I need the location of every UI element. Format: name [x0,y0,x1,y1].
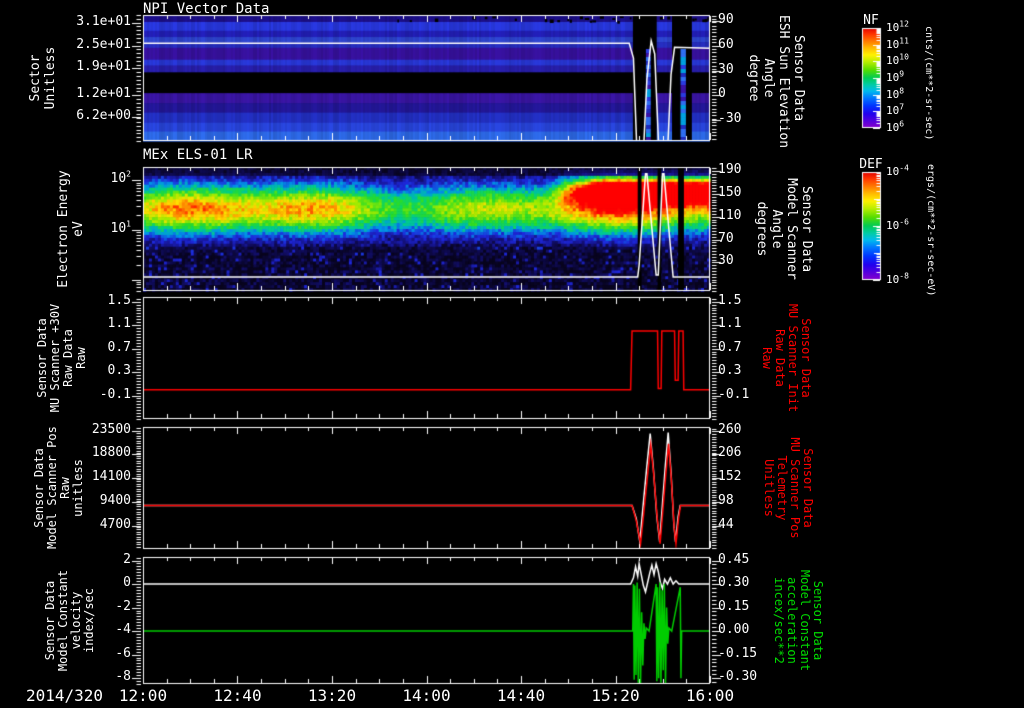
mu-scanner-30v-right-tick-label: 0.3 [718,363,742,379]
mex-els-right-tick-label: 150 [718,184,742,200]
model-scanner-pos-right-tick-label: 44 [718,516,734,532]
model-constant-right-axis-label-line: Model Constant [798,569,812,672]
mu-scanner-30v-right-tick-label: 0.7 [718,339,742,355]
plot-screen: NPI Vector Data MEx ELS-01 LR 2014/320 N… [0,0,1024,708]
model-scanner-pos-right-axis-label-line: Unitless [762,459,776,517]
npi-vector-right-tick-label: -30 [718,111,742,127]
nf-colorbar-tick-label: 1012 [886,19,909,34]
mu-scanner-30v-right-axis-label-line: Raw Data [773,329,787,387]
mex-els-right-axis-label-line: Sensor Data [799,185,814,273]
def-colorbar-units: ergs/(cm**2-sr-sec-eV) [925,164,936,297]
model-constant-right-axis-label-line: acceleration [785,577,799,664]
mex-els-right-tick-label: 190 [718,162,742,177]
npi-vector-right-axis-label-line: degree [746,54,761,102]
nf-colorbar-units: cnts/(cm**2-sr-sec) [923,26,934,141]
x-tick-label: 14:40 [496,686,546,705]
model-constant-right-axis-label-line: Sensor Data [811,580,825,661]
panel-title-npi: NPI Vector Data [143,1,270,17]
npi-vector-left-axis-label-line: Unitless [43,46,58,110]
def-colorbar-title: DEF [859,157,883,172]
mu-scanner-30v-left-axis-label-line: Raw [74,347,88,369]
model-scanner-pos-right-tick-label: 152 [718,469,742,485]
date-label: 2014/320 [26,686,104,705]
mex-els-right-tick-label: 70 [718,230,734,246]
mu-scanner-30v-right-tick-label: 1.5 [718,292,742,308]
model-constant-right-tick-label: -0.30 [718,669,758,685]
model-constant-right-axis-label-line: incex/sec**2 [772,577,786,664]
x-tick-label: 12:00 [118,686,168,705]
model-scanner-pos-right-axis-label-line: Sensor Data [801,448,815,528]
mu-scanner-30v-right-axis-label-line: MU Scanner Init [786,303,800,413]
nf-colorbar-tick-label: 1010 [886,52,909,68]
mex-els-left-axis-label-line: eV [71,221,86,237]
model-scanner-pos-left-axis-label: Sensor Data Model Scanner Pos Raw unitless [32,426,85,549]
x-tick-label: 12:40 [213,686,262,705]
mu-scanner-30v-left-axis-label: Sensor Data MU Scanner +30V Raw Data Raw [35,297,88,419]
def-colorbar-tick-label: 10-4 [886,163,909,178]
npi-vector-right-tick-label: 90 [718,11,734,27]
mex-els-right-axis-label-line: Model Scanner [784,178,799,280]
model-constant-right-tick-label: 0.15 [718,598,750,614]
npi-vector-left-axis-label: Sector Unitless [28,15,58,141]
npi-vector-right-tick-label: 30 [718,61,734,77]
model-constant-right-tick-label: 0.30 [718,575,750,591]
model-scanner-pos-right-axis-label-line: MU Scanner Pos [788,437,802,539]
mu-scanner-30v-right-axis-label: Sensor Data MU Scanner Init Raw Data Raw [760,297,813,419]
model-constant-left-axis-label: Sensor Data Model Constant velocity index/s… [43,557,96,684]
model-scanner-pos-right-axis-label-line: Telemetry [775,455,789,521]
mex-els-left-axis-label: Electron Energy eV [56,167,86,291]
model-scanner-pos-right-tick-label: 206 [718,445,742,461]
mex-els-right-axis-label-line: Angle [769,209,784,249]
model-constant-right-tick-label: 0.00 [718,622,750,638]
model-constant-left-axis-label-line: index/sec [82,587,96,654]
nf-colorbar-tick-label: 1011 [886,36,909,51]
model-scanner-pos-right-tick-label: 260 [718,421,742,437]
nf-colorbar-tick-label: 106 [886,119,905,134]
nf-colorbar-title: NF [863,13,879,28]
npi-vector-right-axis-label-line: Sensor Data [791,34,806,122]
model-scanner-pos-right-tick-label: 98 [718,492,734,508]
nf-colorbar-tick-label: 109 [886,69,905,84]
npi-vector-right-axis-label-line: Angle [761,58,776,98]
x-tick-label: 14:00 [402,686,451,705]
panel-title-els: MEx ELS-01 LR [143,147,253,163]
mex-els-right-tick-label: 110 [718,207,742,223]
npi-vector-right-tick-label: 0 [718,86,726,102]
mu-scanner-30v-right-axis-label-line: Sensor Data [799,318,813,398]
def-colorbar-tick-label: 10-6 [886,217,909,232]
x-tick-label: 16:00 [685,686,735,705]
nf-colorbar-tick-label: 108 [886,86,905,101]
npi-vector-right-axis-label: Sensor Data ESH Sun Elevation Angle degree [746,15,806,149]
model-scanner-pos-right-axis-label: Sensor Data MU Scanner Pos Telemetry Unitle… [762,427,815,549]
npi-vector-left-axis-label-line: Sector [28,54,43,102]
mu-scanner-30v-right-axis-label-line: Raw [760,347,774,369]
def-colorbar-tick-label: 10-8 [886,271,909,286]
npi-vector-right-tick-label: 60 [718,36,734,52]
mex-els-right-axis-label-line: degrees [754,201,769,257]
x-tick-label: 13:20 [307,686,357,705]
nf-colorbar-tick-label: 107 [886,102,905,118]
mex-els-right-tick-label: 30 [718,253,734,269]
model-scanner-pos-left-axis-label-line: unitless [71,459,85,517]
labels-layer: NPI Vector Data MEx ELS-01 LR 2014/320 N… [0,0,1024,708]
model-constant-right-tick-label: -0.15 [718,645,758,661]
x-tick-label: 15:20 [591,686,640,705]
mex-els-right-axis-label: Sensor Data Model Scanner Angle degrees [754,167,814,291]
mu-scanner-30v-right-tick-label: 1.1 [718,316,742,332]
model-constant-right-tick-label: 0.45 [718,551,750,567]
mu-scanner-30v-right-tick-label: -0.1 [718,386,750,402]
model-constant-right-axis-label: Sensor Data Model Constant acceleration inc… [772,557,825,684]
npi-vector-right-axis-label-line: ESH Sun Elevation [776,15,791,149]
mex-els-left-axis-label-line: Electron Energy [56,170,71,288]
